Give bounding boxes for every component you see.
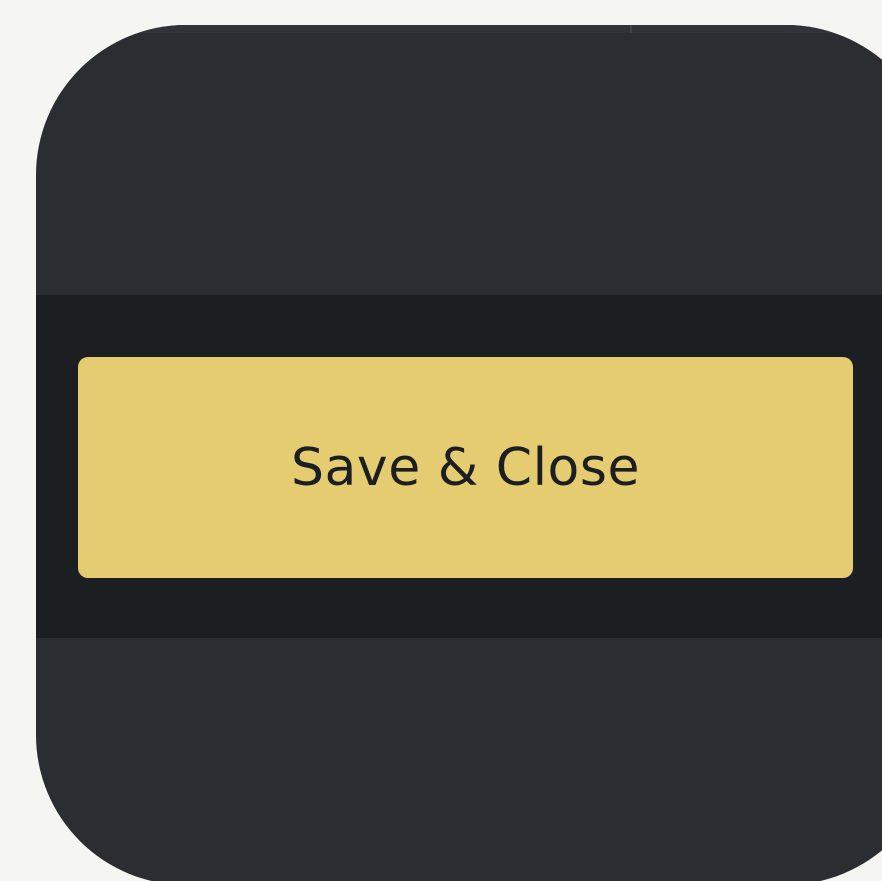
screenshot-canvas: Save & Close [0, 0, 882, 881]
panel-top-divider [630, 25, 632, 33]
save-and-close-button[interactable]: Save & Close [78, 357, 853, 578]
save-and-close-label: Save & Close [291, 437, 640, 498]
panel-top-edge [36, 25, 882, 33]
dialog-footer: Save & Close [36, 295, 882, 638]
dialog-panel: Save & Close [36, 25, 882, 881]
